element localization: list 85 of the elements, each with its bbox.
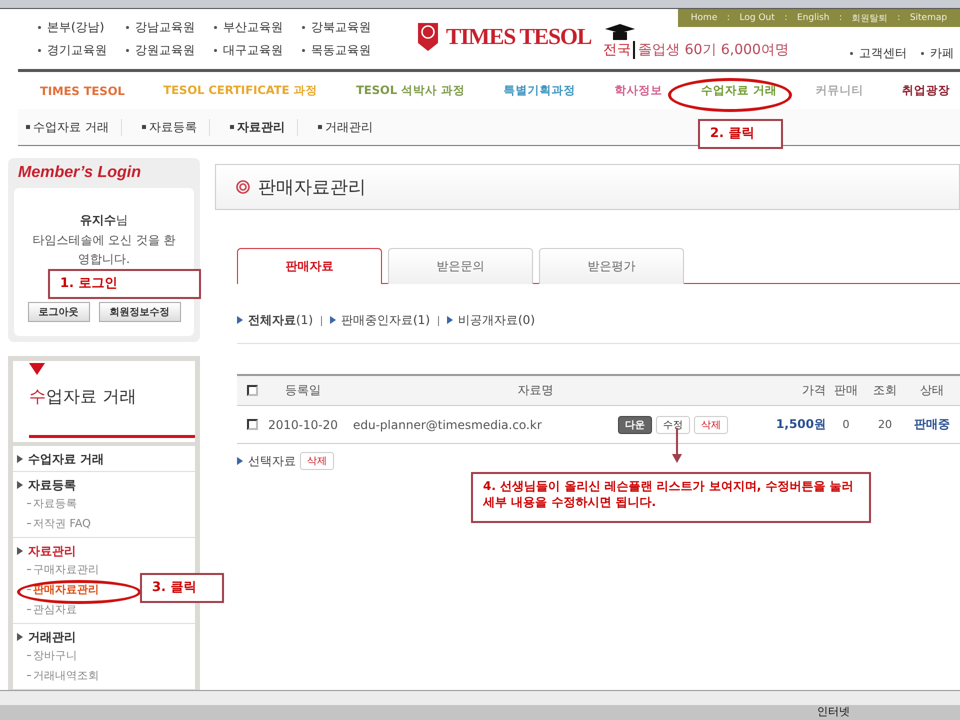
link-separator: : [784, 13, 788, 23]
filter-link[interactable]: 전체자료(1) [237, 312, 313, 329]
page-title: 판매자료관리 [258, 176, 366, 199]
login-button[interactable]: 회원정보수정 [98, 302, 180, 322]
table-cell-text: edu-planner@timesmedia.co.kr [352, 418, 543, 432]
menu-item[interactable]: 거래내역조회 [17, 666, 99, 686]
branch-link[interactable]: 목동교육원 [302, 42, 390, 59]
menu-item[interactable]: 저작권 FAQ [17, 514, 91, 534]
login-title: Member’s Login [18, 164, 142, 182]
menu-item[interactable]: 장바구니 [17, 646, 77, 666]
column-header: 등록일 [284, 382, 322, 399]
menu-group[interactable]: 자료등록 [17, 477, 195, 494]
table-cell-text: 2010-10-20 [267, 418, 339, 432]
branch-link[interactable]: 대구교육원 [214, 42, 302, 59]
row-action-button[interactable]: 삭제 [694, 416, 728, 434]
logo-shield-icon [416, 21, 440, 53]
top-link[interactable]: 회원탈퇴 [852, 12, 888, 24]
link-separator: : [726, 13, 730, 23]
branch-link[interactable]: 강남교육원 [126, 19, 214, 36]
column-header: 가격 [801, 382, 826, 399]
tab[interactable]: 판매자료 [237, 248, 382, 284]
column-header: 자료명 [516, 382, 554, 399]
link-separator: : [839, 13, 842, 23]
top-link[interactable]: English [796, 13, 830, 23]
menu-item[interactable]: 판매자료관리 [17, 580, 99, 600]
branch-link[interactable]: 부산교육원 [214, 19, 302, 36]
branch-link[interactable]: 강북교육원 [302, 19, 390, 36]
select-all-checkbox[interactable] [247, 385, 258, 396]
column-header: 상태 [919, 382, 945, 399]
branch-link[interactable]: 경기교육원 [38, 42, 126, 59]
main-nav-item[interactable]: 특별기획과정 [504, 83, 576, 98]
row-checkbox[interactable] [247, 419, 258, 430]
menu-group[interactable]: 거래관리 [17, 629, 195, 646]
selected-items-label: 선택자료 [237, 452, 296, 470]
menu-group[interactable]: 자료관리 [17, 543, 195, 560]
branch-link[interactable]: 본부(강남) [38, 19, 126, 36]
double-circle-icon [236, 180, 250, 194]
main-nav-item[interactable]: 취업광장 [902, 83, 950, 98]
main-nav-item[interactable]: TESOL 석박사 과정 [356, 83, 466, 98]
sub-nav-item[interactable]: 자료등록 [142, 118, 210, 136]
top-link[interactable]: Sitemap [910, 13, 948, 23]
status-zone: 인터넷 [817, 705, 850, 720]
menu-item[interactable]: 구매자료관리 [17, 560, 99, 580]
row-action-button[interactable]: 다운 [618, 416, 652, 434]
row-action-button[interactable]: 수정 [656, 416, 690, 434]
main-nav-item[interactable]: TIMES TESOL [40, 84, 125, 98]
filter-link[interactable]: 판매중인자료(1) [330, 312, 430, 329]
main-nav-item[interactable]: 수업자료 거래 [700, 83, 777, 98]
table-cell-text: 판매중 [913, 416, 951, 433]
user-greeting: 유지수님 [80, 212, 128, 229]
delete-button[interactable]: 삭제 [300, 452, 334, 470]
sub-nav-item[interactable]: 자료관리 [230, 118, 298, 136]
link-separator: : [897, 13, 900, 23]
top-link[interactable]: Home [690, 13, 718, 23]
filter-link[interactable]: 비공개자료(0) [447, 312, 535, 329]
menu-item[interactable]: 자료등록 [17, 494, 77, 514]
utility-link[interactable]: 카페 [921, 45, 954, 62]
column-header: 판매 [833, 382, 859, 399]
graduation-cap-icon [603, 23, 638, 41]
table-cell-text: 0 [842, 418, 850, 431]
top-link[interactable]: Log Out [740, 13, 775, 23]
branch-link[interactable]: 강원교육원 [126, 42, 214, 59]
main-nav-item[interactable]: 학사정보 [614, 83, 662, 98]
menu-item[interactable]: 관심자료 [17, 600, 77, 620]
utility-link[interactable]: 고객센터 [850, 45, 907, 62]
sub-nav-item[interactable]: 거래관리 [318, 118, 385, 136]
login-button[interactable]: 로그아웃 [28, 302, 90, 322]
column-header: 조회 [872, 382, 898, 399]
annotation-callout: 1. 로그인 [48, 269, 201, 299]
table-cell-text: 20 [877, 418, 893, 431]
sub-nav-item[interactable]: 수업자료 거래 [26, 118, 122, 136]
tab[interactable]: 받은평가 [539, 248, 684, 284]
tab[interactable]: 받은문의 [388, 248, 533, 284]
slogan-prefix: 전국 [603, 41, 632, 59]
slogan: 졸업생 60기 6,000여명 [633, 41, 789, 59]
annotation-callout: 3. 클릭 [140, 573, 224, 603]
annotation-callout: 4. 선생님들이 올리신 레슨플랜 리스트가 보여지며, 수정버튼을 눌러 세부 내용을 수정하시면 됩니다. [471, 472, 871, 523]
menu-group[interactable]: 수업자료 거래 [17, 451, 195, 468]
triangle-icon [29, 363, 45, 375]
menu-title: 수업자료 거래 [29, 386, 138, 408]
down-arrow [671, 428, 683, 464]
table-cell-text: 1,500원 [775, 416, 826, 433]
logo-text: TIMES TESOL [446, 24, 592, 50]
annotation-callout: 2. 클릭 [698, 119, 783, 149]
welcome-text: 타임스테솔에 오신 것을 환영합니다. [31, 232, 177, 268]
